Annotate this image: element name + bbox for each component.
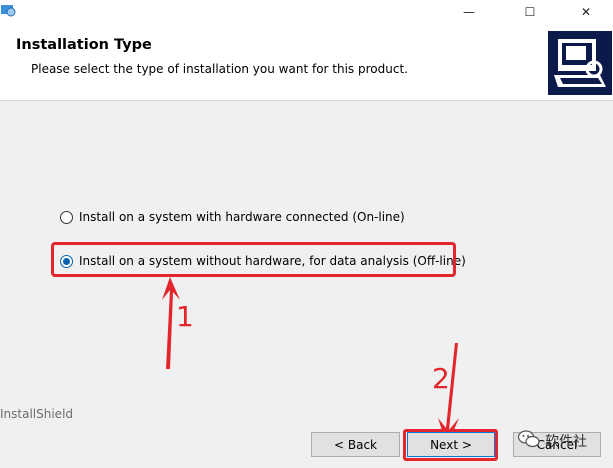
installshield-brand: InstallShield xyxy=(0,407,74,421)
back-button[interactable]: < Back xyxy=(311,432,400,457)
next-button-highlight xyxy=(403,429,498,461)
wechat-icon xyxy=(517,430,540,452)
annotation-arrows xyxy=(162,277,459,446)
watermark-text: 软件社 xyxy=(545,434,587,450)
step-1-annotation: 1 xyxy=(176,300,194,333)
watermark: 软件社 xyxy=(517,430,587,452)
step-2-annotation: 2 xyxy=(432,362,450,395)
